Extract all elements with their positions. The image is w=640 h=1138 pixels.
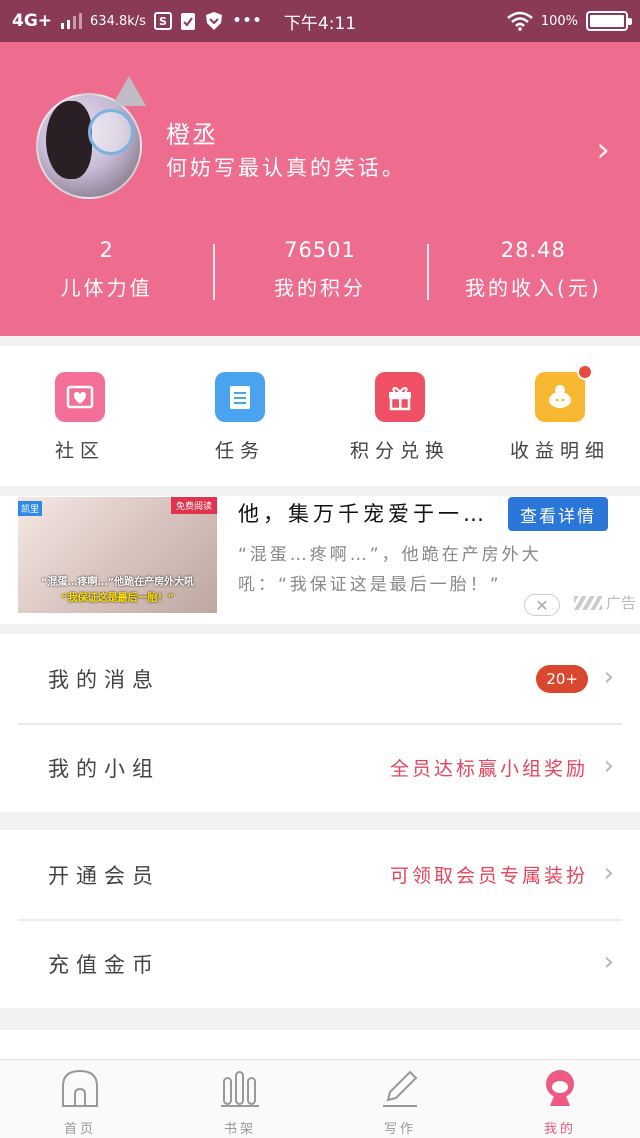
- stat-stamina[interactable]: 2 儿体力值: [0, 232, 213, 312]
- row-promo-text: 全员达标赢小组奖励: [389, 758, 588, 780]
- nav-bookshelf[interactable]: 书架: [160, 1060, 320, 1138]
- notification-dot: [577, 364, 593, 380]
- user-signature: 何妨写最认真的笑话。: [166, 156, 406, 180]
- s-app-icon: S: [153, 12, 172, 30]
- battery-icon: [586, 11, 632, 31]
- grid-label: 积分兑换: [349, 440, 450, 462]
- nav-label: 写作: [383, 1122, 416, 1137]
- row-my-messages[interactable]: 我的消息 20+ ›: [0, 634, 640, 723]
- settings-group-2: 开通会员 可领取会员专属装扮 › 充值金币 ›: [0, 830, 640, 1008]
- grid-label: 任务: [214, 440, 265, 462]
- ad-details-button[interactable]: 查看详情: [508, 497, 608, 531]
- nav-label: 首页: [63, 1122, 96, 1137]
- row-label: 我的消息: [48, 667, 160, 692]
- stats-bar: 2 儿体力值 76501 我的积分 28.48 我的收入(元): [0, 232, 640, 312]
- unread-badge: 20+: [536, 664, 588, 693]
- shield-heart-icon: [205, 12, 222, 30]
- ad-description: “混蛋…疼啊…”，他跪在产房外大吼：“我保证这是最后一胎！”: [238, 545, 542, 595]
- grid-item-income-details[interactable]: 收益明细: [480, 346, 640, 486]
- menu-grid: 社区 任务 积分兑换 收益明细: [0, 346, 640, 486]
- ad-image-tag: 凯里: [18, 501, 43, 516]
- stat-value: 76501: [284, 238, 356, 262]
- grid-item-points-exchange[interactable]: 积分兑换: [320, 346, 480, 486]
- wifi-icon: [507, 11, 533, 31]
- chevron-right-icon: ›: [603, 662, 614, 692]
- avatar[interactable]: [36, 93, 142, 199]
- crown-icon: [112, 76, 146, 106]
- row-open-membership[interactable]: 开通会员 可领取会员专属装扮 ›: [0, 830, 640, 919]
- gift-icon: [375, 372, 425, 422]
- nav-label: 书架: [223, 1122, 256, 1137]
- row-recharge-coins[interactable]: 充值金币 ›: [0, 919, 640, 1008]
- home-icon: [62, 1069, 98, 1107]
- stat-label: 我的积分: [273, 276, 366, 300]
- ad-image[interactable]: 凯里 免费阅读 “混蛋…疼啊…”他跪在产房外大吼 “我保证这是最后一胎！”: [18, 497, 217, 613]
- signal-icon: [61, 13, 83, 29]
- grid-item-community[interactable]: 社区: [0, 346, 160, 486]
- row-label: 充值金币: [48, 952, 160, 977]
- grid-item-tasks[interactable]: 任务: [160, 346, 320, 486]
- chevron-right-icon[interactable]: ›: [596, 130, 610, 170]
- stat-income[interactable]: 28.48 我的收入(元): [426, 232, 640, 312]
- ad-title: 他，集万千宠爱于一…: [238, 502, 488, 526]
- user-name: 橙丞: [166, 121, 218, 149]
- ad-image-caption: “混蛋…疼啊…”他跪在产房外大吼: [40, 577, 195, 588]
- piggy-bank-icon: [535, 364, 593, 422]
- task-list-icon: [215, 372, 265, 422]
- avatar-hair: [46, 101, 92, 179]
- status-bar: 4G+ 634.8k/s S ••• 下午4:11 100%: [0, 0, 640, 42]
- clipboard-check-icon: [180, 13, 195, 30]
- nav-me[interactable]: 我的: [480, 1060, 640, 1138]
- row-label: 我的小组: [48, 756, 160, 781]
- settings-group-1: 我的消息 20+ › 我的小组 全员达标赢小组奖励 ›: [0, 634, 640, 812]
- stat-label: 我的收入(元): [465, 276, 602, 300]
- row-my-group[interactable]: 我的小组 全员达标赢小组奖励 ›: [0, 723, 640, 812]
- stat-points[interactable]: 76501 我的积分: [213, 232, 426, 312]
- heart-envelope-icon: [55, 372, 105, 422]
- row-promo-text: 可领取会员专属装扮: [389, 865, 588, 887]
- avatar-fan: [88, 109, 134, 155]
- settings-group-3: [0, 1030, 640, 1060]
- grid-label: 收益明细: [509, 440, 610, 462]
- nav-home[interactable]: 首页: [0, 1060, 160, 1138]
- s-app-icon-text: S: [158, 14, 167, 28]
- ad-mark: 广告: [573, 592, 636, 613]
- ad-label: 广告: [605, 594, 636, 612]
- chevron-right-icon: ›: [603, 858, 614, 888]
- stat-value: 2: [99, 238, 114, 262]
- stat-value: 28.48: [500, 238, 566, 262]
- nav-label: 我的: [543, 1122, 576, 1137]
- ad-image-badge: 免费阅读: [170, 497, 217, 514]
- grid-label: 社区: [54, 440, 105, 462]
- ad-image-caption: “我保证这是最后一胎！”: [60, 593, 175, 604]
- close-icon[interactable]: ✕: [524, 594, 560, 616]
- stat-label: 儿体力值: [60, 276, 153, 300]
- row-label: 开通会员: [48, 863, 160, 888]
- bookshelf-icon: [221, 1071, 259, 1107]
- chevron-right-icon: ›: [603, 947, 614, 977]
- more-notifications-icon: •••: [231, 11, 263, 31]
- ad-logo-icon: [573, 595, 602, 610]
- ad-banner[interactable]: 凯里 免费阅读 “混蛋…疼啊…”他跪在产房外大吼 “我保证这是最后一胎！” 他，…: [0, 496, 640, 624]
- bottom-nav: 首页 书架 写作 我的: [0, 1059, 640, 1138]
- network-type: 4G+: [12, 11, 53, 31]
- profile-header[interactable]: 橙丞 何妨写最认真的笑话。 › 2 儿体力值 76501 我的积分 28.48 …: [0, 42, 640, 336]
- nav-write[interactable]: 写作: [320, 1060, 480, 1138]
- profile-icon: [546, 1070, 574, 1106]
- battery-level: 100%: [540, 13, 578, 29]
- pencil-icon: [383, 1070, 418, 1107]
- network-speed: 634.8k/s: [90, 13, 146, 29]
- chevron-right-icon: ›: [603, 751, 614, 781]
